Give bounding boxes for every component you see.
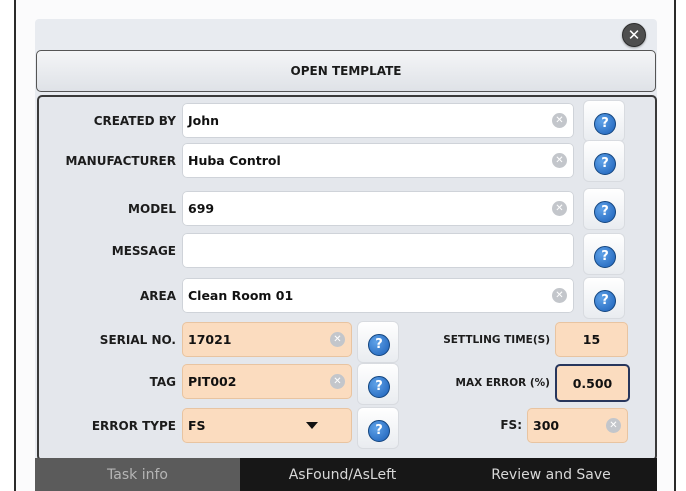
clear-icon[interactable]: ✕ <box>552 288 567 303</box>
tab-review-and-save[interactable]: Review and Save <box>445 458 657 491</box>
help-icon: ? <box>594 201 616 223</box>
help-icon: ? <box>594 246 616 268</box>
model-value: 699 <box>188 201 215 216</box>
error-type-label: ERROR TYPE <box>91 419 176 433</box>
clear-icon[interactable]: ✕ <box>552 113 567 128</box>
fs-field[interactable]: 300 ✕ <box>527 408 628 443</box>
tag-value: PIT002 <box>188 374 237 389</box>
max-error-value: 0.500 <box>572 375 613 391</box>
max-error-field[interactable]: 0.500 <box>555 364 630 402</box>
clear-icon[interactable]: ✕ <box>330 374 345 389</box>
message-field[interactable] <box>182 233 574 268</box>
chevron-down-icon <box>306 422 318 429</box>
created-by-field[interactable]: John ✕ <box>182 103 574 138</box>
help-icon: ? <box>594 290 616 312</box>
help-icon: ? <box>368 334 390 356</box>
manufacturer-label: MANUFACTURER <box>65 154 176 168</box>
manufacturer-value: Huba Control <box>188 153 281 168</box>
model-label: MODEL <box>128 202 176 216</box>
help-icon: ? <box>368 376 390 398</box>
serial-no-value: 17021 <box>188 332 232 347</box>
error-type-help-button[interactable]: ? <box>358 408 398 448</box>
model-help-button[interactable]: ? <box>584 189 624 229</box>
settling-time-value: 15 <box>582 332 601 347</box>
tag-label: TAG <box>149 375 176 389</box>
settling-time-field[interactable]: 15 <box>555 322 628 357</box>
area-value: Clean Room 01 <box>188 288 294 303</box>
help-icon: ? <box>594 113 616 135</box>
clear-icon[interactable]: ✕ <box>552 201 567 216</box>
clear-icon[interactable]: ✕ <box>552 153 567 168</box>
tag-help-button[interactable]: ? <box>358 364 398 404</box>
help-icon: ? <box>594 153 616 175</box>
settling-time-label: SETTLING TIME(S) <box>443 334 550 346</box>
created-by-label: CREATED BY <box>93 114 176 128</box>
fs-value: 300 <box>533 418 560 433</box>
manufacturer-help-button[interactable]: ? <box>584 141 624 181</box>
tab-asfound-asleft[interactable]: AsFound/AsLeft <box>240 458 445 491</box>
serial-no-help-button[interactable]: ? <box>358 322 398 362</box>
open-template-button[interactable]: OPEN TEMPLATE <box>36 50 656 92</box>
message-label: MESSAGE <box>111 244 176 258</box>
max-error-label: MAX ERROR (%) <box>455 377 550 389</box>
area-help-button[interactable]: ? <box>584 278 624 318</box>
area-label: AREA <box>139 289 176 303</box>
tag-field[interactable]: PIT002 ✕ <box>182 364 352 399</box>
area-field[interactable]: Clean Room 01 ✕ <box>182 278 574 313</box>
created-by-help-button[interactable]: ? <box>584 101 624 141</box>
fs-label: FS: <box>500 418 522 432</box>
help-icon: ? <box>368 420 390 442</box>
serial-no-field[interactable]: 17021 ✕ <box>182 322 352 357</box>
error-type-select[interactable]: FS <box>182 408 352 443</box>
close-icon[interactable]: ✕ <box>622 23 646 47</box>
created-by-value: John <box>188 113 220 128</box>
clear-icon[interactable]: ✕ <box>330 332 345 347</box>
message-help-button[interactable]: ? <box>584 234 624 274</box>
manufacturer-field[interactable]: Huba Control ✕ <box>182 143 574 178</box>
error-type-value: FS <box>188 418 206 433</box>
clear-icon[interactable]: ✕ <box>606 418 621 433</box>
bottom-tab-bar: Task info AsFound/AsLeft Review and Save <box>35 458 657 491</box>
serial-no-label: SERIAL NO. <box>99 333 176 347</box>
tab-task-info[interactable]: Task info <box>35 458 240 491</box>
model-field[interactable]: 699 ✕ <box>182 191 574 226</box>
